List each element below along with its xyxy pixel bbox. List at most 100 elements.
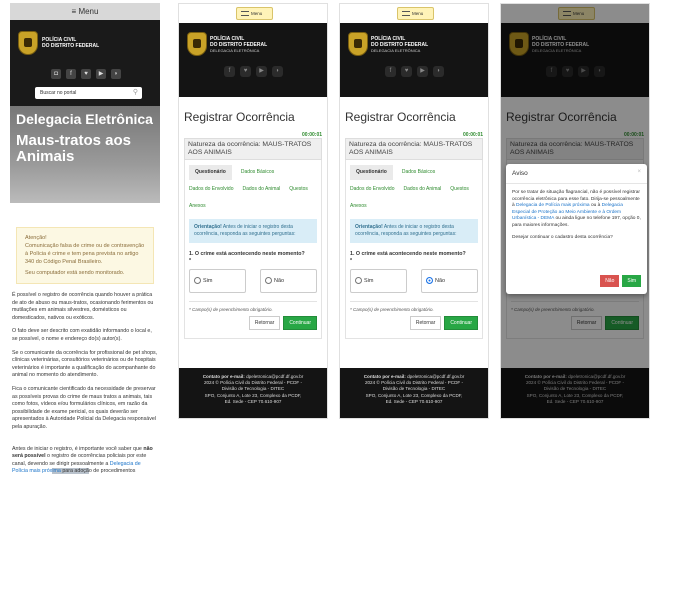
tab-dados-animal[interactable]: Dados do Animal [403,182,441,197]
social-links: ◘ f ♥ ▶ ◗ [51,69,121,79]
form-tabs: Questionário Dados Básicos Dados do Envo… [189,165,317,214]
tab-anexos[interactable]: Anexos [350,199,367,214]
alert-monitor-text: Seu computador está sendo monitorado. [25,270,125,276]
site-footer: Contato por e-mail: dpeletronica@pcdf.df… [340,368,488,418]
rss-icon[interactable]: ◗ [272,66,283,77]
question-1-text: 1. O crime está acontecendo neste moment… [350,251,466,257]
return-button[interactable]: Retornar [409,316,442,330]
menu-icon [402,11,410,17]
brand-line2: DO DISTRITO FEDERAL [42,43,100,49]
question-1: 1. O crime está acontecendo neste moment… [350,251,478,265]
form-panel-modal: Menu POLÍCIA CIVIL DO DISTRITO FEDERAL D… [500,3,650,419]
rss-icon[interactable]: ◗ [111,69,121,79]
paragraph-3: Se o comunicante da ocorrência for profi… [12,349,158,379]
facebook-icon[interactable]: f [385,66,396,77]
radio-sim[interactable] [355,277,362,285]
menu-label: Menu [412,11,424,16]
form-tabs-container: Questionário Dados Básicos Dados do Envo… [184,160,322,339]
option-nao[interactable]: Não [260,269,317,293]
police-badge-icon [187,32,207,56]
radio-nao[interactable] [265,277,272,285]
search-input[interactable]: Buscar no portal ⚲ [35,87,142,99]
alert-text: Comunicação falsa de crime ou de contrav… [25,243,145,265]
option-nao-label: Não [274,278,285,284]
tab-questos[interactable]: Questos [450,182,469,197]
form-actions: Retornar Continuar [189,316,317,330]
option-sim-label: Sim [364,278,374,284]
modal-yes-button[interactable]: Sim [622,275,641,287]
modal-header: Aviso × [506,164,647,184]
youtube-icon[interactable]: ▶ [96,69,106,79]
footer-email[interactable]: dpeletronica@pcdf.df.gov.br [245,374,303,379]
p5-start: Antes de iniciar o registro, é important… [12,445,144,452]
search-icon[interactable]: ⚲ [133,87,138,99]
modal-title: Aviso [512,170,528,177]
continue-button[interactable]: Continuar [444,316,478,330]
question-1-options: Sim Não [189,269,317,293]
brand-text: POLÍCIA CIVIL DO DISTRITO FEDERAL DELEGA… [210,36,267,54]
footer-line-5: Ed. Sede - CEP 70.610-907 [224,398,282,404]
twitter-icon[interactable]: ♥ [240,66,251,77]
modal-text-2: ou à [589,203,602,209]
radio-sim[interactable] [194,277,201,285]
twitter-icon[interactable]: ♥ [81,69,91,79]
required-mark: * [189,258,192,264]
instructions-text: É possível o registro de ocorrência quan… [10,292,160,476]
question-1-options: Sim Não [350,269,478,293]
p5-link-2: ima [52,468,61,475]
tab-questionario[interactable]: Questionário [189,165,232,180]
site-header: POLÍCIA CIVIL DO DISTRITO FEDERAL DELEGA… [340,23,488,97]
facebook-icon[interactable]: f [66,69,76,79]
brand-text: POLÍCIA CIVIL DO DISTRITO FEDERAL [42,37,99,49]
tab-dados-animal[interactable]: Dados do Animal [242,182,280,197]
tab-dados-basicos[interactable]: Dados Básicos [402,165,435,180]
form-tabs: Questionário Dados Básicos Dados do Envo… [350,165,478,214]
instagram-icon[interactable]: ◘ [51,69,61,79]
footer-email[interactable]: dpeletronica@pcdf.df.gov.br [406,374,464,379]
continue-button[interactable]: Continuar [283,316,317,330]
modal-link-delegacia[interactable]: Delegacia de Polícia mais próxima [516,203,590,208]
close-icon[interactable]: × [637,169,641,175]
return-button[interactable]: Retornar [248,316,281,330]
facebook-icon[interactable]: f [224,66,235,77]
brand-line3: DELEGACIA ELETRÔNICA [210,48,260,53]
social-links: f ♥ ▶ ◗ [385,66,444,77]
social-links: f ♥ ▶ ◗ [224,66,283,77]
menu-button[interactable]: Menu [397,7,434,20]
twitter-icon[interactable]: ♥ [401,66,412,77]
desktop-page-panel: ≡ Menu POLÍCIA CIVIL DO DISTRITO FEDERAL… [10,3,160,602]
police-badge-icon [18,31,38,55]
required-mark: * [350,258,353,264]
menu-button[interactable]: Menu [236,7,273,20]
tab-questos[interactable]: Questos [289,182,308,197]
radio-nao-selected[interactable] [426,277,433,285]
option-sim[interactable]: Sim [350,269,407,293]
form-body: Registrar Ocorrência 00:00:01 Natureza d… [340,110,488,339]
rss-icon[interactable]: ◗ [433,66,444,77]
footer-contact-label: Contato por e-mail: [202,374,245,379]
question-1-text: 1. O crime está acontecendo neste moment… [189,251,305,257]
option-nao[interactable]: Não [421,269,478,293]
alert-label: Atenção! [25,235,47,241]
required-note: * Campo(s) de preenchimento obrigatório. [189,301,317,312]
tab-dados-basicos[interactable]: Dados Básicos [241,165,274,180]
orientation-info: Orientação! Antes de iniciar o registro … [189,219,317,243]
option-sim[interactable]: Sim [189,269,246,293]
paragraph-4: Fica o comunicante cientificado da neces… [12,385,156,430]
modal-actions: Não Sim [600,275,641,287]
warning-modal: Aviso × Por se tratar de situação flagra… [506,164,647,294]
footer-contact-label: Contato por e-mail: [363,374,406,379]
menu-button[interactable]: ≡ Menu [10,3,160,20]
youtube-icon[interactable]: ▶ [256,66,267,77]
paragraph-1: É possível o registro de ocorrência quan… [12,292,154,321]
youtube-icon[interactable]: ▶ [417,66,428,77]
p5-highlight: para adoçã [60,468,89,475]
menu-label: Menu [251,11,263,16]
option-sim-label: Sim [203,278,213,284]
tab-dados-envolvido[interactable]: Dados do Envolvido [350,182,394,197]
tab-questionario[interactable]: Questionário [350,165,393,180]
tab-dados-envolvido[interactable]: Dados do Envolvido [189,182,233,197]
modal-no-button[interactable]: Não [600,275,620,287]
modal-body: Por se tratar de situação flagrancial, n… [506,184,647,233]
tab-anexos[interactable]: Anexos [189,199,206,214]
